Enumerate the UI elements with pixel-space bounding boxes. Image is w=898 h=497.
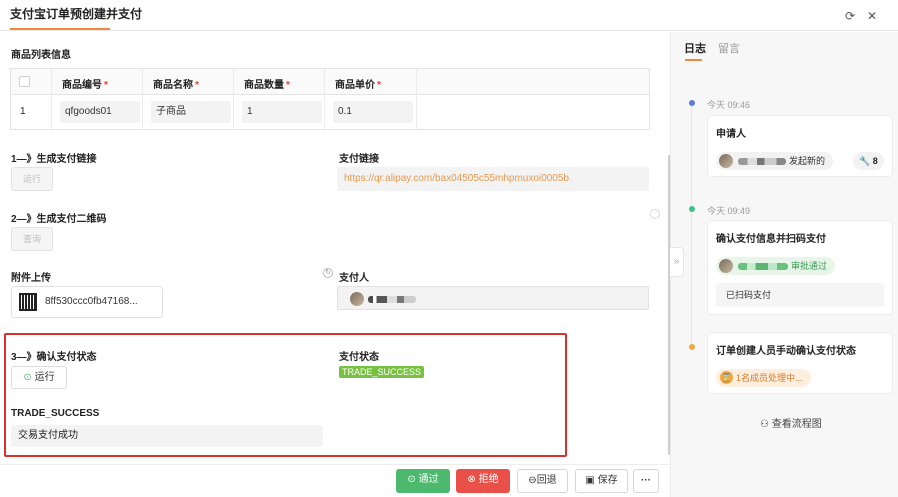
page-title: 支付宝订单预创建并支付	[10, 7, 143, 21]
payer-label: 支付人	[339, 273, 369, 284]
reject-button[interactable]: ⊗ 拒绝	[456, 469, 510, 493]
applicant-name-redacted	[738, 158, 786, 166]
payer-name-redacted	[368, 296, 416, 303]
goods-section-label: 商品列表信息	[11, 50, 71, 61]
goods-table: 商品编号 * 商品名称 * 商品数量 * 商品单价 * 1 qfgoods01 子商品 …	[10, 68, 650, 130]
timeline-time-2: 今天 09:49	[707, 206, 751, 216]
approver-name-redacted	[738, 263, 788, 271]
payment-status-label: 支付状态	[339, 352, 379, 363]
tab-underline	[685, 59, 702, 61]
title-underline	[10, 28, 110, 30]
collapse-panel-handle[interactable]: »	[670, 247, 684, 277]
confirm-status-run-button[interactable]: ⊙ 运行	[11, 366, 67, 389]
tab-log[interactable]: 日志	[684, 40, 706, 56]
timeline-dot-1	[689, 100, 695, 106]
column-header-name: 商品名称 *	[153, 80, 199, 91]
qrcode-query-button[interactable]: 查询	[11, 227, 53, 251]
approval-note: 已扫码支付	[716, 283, 884, 307]
row-index: 1	[20, 106, 26, 117]
payment-link-field[interactable]: https://qr.alipay.com/bax04505c55mhpmuxo…	[337, 167, 649, 191]
return-button[interactable]: ⊖回退	[517, 469, 568, 493]
timeline-dot-3	[689, 344, 695, 350]
timeline-card-confirm-pay: 确认支付信息并扫码支付 审批通过 已扫码支付	[707, 220, 893, 315]
select-all-checkbox[interactable]	[19, 76, 30, 87]
x-circle-icon: ⊗	[467, 474, 476, 485]
table-header-row: 商品编号 * 商品名称 * 商品数量 * 商品单价 *	[11, 69, 649, 95]
payer-avatar	[350, 292, 364, 306]
qrcode-thumbnail-icon	[19, 293, 37, 311]
timeline-card-applicant: 申请人 发起新的 🔧 8	[707, 115, 893, 177]
timeline-time-1: 今天 09:46	[707, 100, 751, 110]
history-icon[interactable]: ↻	[323, 268, 333, 278]
step1-label: 1—》生成支付链接	[11, 154, 97, 165]
card-title-3: 订单创建人员手动确认支付状态	[716, 346, 856, 357]
column-header-qty: 商品数量 *	[244, 80, 290, 91]
approved-pill[interactable]: 审批通过	[716, 257, 836, 275]
info-icon	[650, 209, 660, 219]
avatar	[719, 259, 733, 273]
goods-qty-input[interactable]: 1	[242, 101, 322, 123]
trade-result-field[interactable]: 交易支付成功	[11, 425, 323, 447]
card-title-1: 申请人	[716, 129, 746, 140]
refresh-icon[interactable]: ⟳	[843, 9, 857, 23]
bottom-toolbar	[0, 464, 670, 497]
trade-result-label: TRADE_SUCCESS	[11, 408, 100, 419]
view-flowchart-link[interactable]: ⚇ 查看流程图	[760, 415, 822, 430]
step3-label: 3—》确认支付状态	[11, 352, 97, 363]
step2-label: 2—》生成支付二维码	[11, 214, 107, 225]
goods-code-input[interactable]: qfgoods01	[60, 101, 140, 123]
attachment-file-name: 8ff530ccc0fb47168...	[45, 296, 138, 307]
approve-button[interactable]: ⊙ 通过	[396, 469, 450, 493]
avatar	[719, 154, 733, 168]
applicant-pill[interactable]: 发起新的	[716, 152, 834, 170]
save-button[interactable]: ▣ 保存	[575, 469, 628, 493]
save-icon: ▣	[585, 475, 595, 486]
card-title-2: 确认支付信息并扫码支付	[716, 234, 826, 245]
goods-name-input[interactable]: 子商品	[151, 101, 231, 123]
check-circle-icon: ⊙	[23, 372, 32, 383]
timeline-dot-2	[689, 206, 695, 212]
payment-status-tag: TRADE_SUCCESS	[339, 366, 425, 378]
processing-pill[interactable]: ⌛ 1名成员处理中...	[716, 369, 811, 387]
attachment-label: 附件上传	[11, 273, 51, 284]
attachment-file-card[interactable]: 8ff530ccc0fb47168...	[11, 286, 163, 318]
timeline-card-manual-confirm: 订单创建人员手动确认支付状态 ⌛ 1名成员处理中...	[707, 332, 893, 394]
payer-field[interactable]	[337, 286, 649, 310]
participant-count-badge[interactable]: 🔧 8	[853, 152, 884, 170]
column-header-price: 商品单价 *	[335, 80, 381, 91]
table-row: 1 qfgoods01 子商品 1 0.1	[11, 95, 649, 129]
return-icon: ⊖	[528, 475, 537, 486]
check-icon: ⊙	[407, 474, 416, 485]
wrench-icon: 🔧	[859, 156, 871, 166]
payment-link-label: 支付链接	[339, 154, 379, 165]
goods-price-input[interactable]: 0.1	[333, 101, 413, 123]
close-icon[interactable]: ✕	[865, 9, 879, 23]
hourglass-icon: ⌛	[720, 371, 733, 384]
timeline-line	[691, 103, 692, 349]
column-header-code: 商品编号 *	[62, 80, 108, 91]
flowchart-icon: ⚇	[760, 419, 769, 430]
more-button[interactable]: ···	[633, 469, 659, 493]
window-header: 支付宝订单预创建并支付 ⟳ ✕	[0, 0, 898, 31]
tab-comments[interactable]: 留言	[718, 40, 740, 56]
generate-link-run-button[interactable]: 运行	[11, 167, 53, 191]
